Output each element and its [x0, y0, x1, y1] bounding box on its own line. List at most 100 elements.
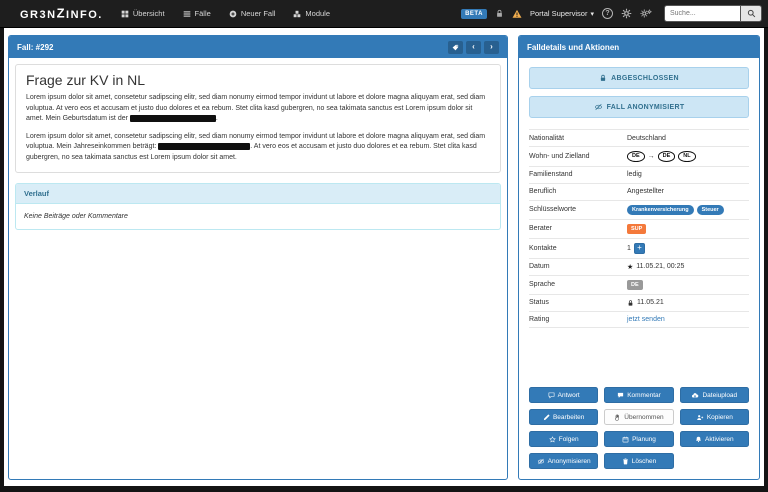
- nav-item-module[interactable]: Module: [293, 9, 330, 18]
- app-logo[interactable]: GR3NZINFO.: [20, 6, 103, 21]
- top-navbar: GR3NZINFO. Übersicht Fälle Neuer Fall Mo…: [0, 0, 768, 28]
- case-panel-header: Fall: #292 ‹ ›: [9, 36, 507, 58]
- eye-slash-icon: [594, 103, 603, 111]
- case-description: Frage zur KV in NL Lorem ipsum dolor sit…: [15, 64, 501, 173]
- calendar-icon: [622, 436, 629, 443]
- delete-button[interactable]: Löschen: [604, 453, 673, 469]
- history-panel: Verlauf Keine Beiträge oder Kommentare: [15, 183, 501, 230]
- add-contact-button[interactable]: +: [634, 243, 645, 254]
- trash-icon: [622, 458, 629, 465]
- detail-row-date: Datum ★ 11.05.21, 00:25: [529, 258, 749, 275]
- status-value: 11.05.21: [637, 299, 664, 306]
- detail-row-countries: Wohn- und Zielland DE → DE NL: [529, 146, 749, 166]
- lock-icon: [495, 9, 504, 18]
- details-panel-header: Falldetails und Aktionen: [519, 36, 759, 58]
- nav-item-label: Fälle: [195, 9, 211, 18]
- detail-row-occupation: Beruflich Angestellter: [529, 183, 749, 200]
- nav-item-label: Neuer Fall: [241, 9, 276, 18]
- case-number: Fall: #292: [17, 43, 53, 52]
- planning-button[interactable]: Planung: [604, 431, 673, 447]
- detail-row-advisor: Berater SUP: [529, 219, 749, 238]
- search-icon: [747, 9, 756, 18]
- edit-icon: [543, 414, 550, 421]
- redaction-bar: [130, 115, 216, 122]
- history-panel-header: Verlauf: [16, 184, 500, 204]
- nationality-value: Deutschland: [627, 135, 666, 142]
- residence-country-badge: DE: [658, 151, 676, 162]
- cogs-icon[interactable]: [640, 8, 652, 19]
- page-content: Fall: #292 ‹ › Frage zur KV in NL Lorem …: [4, 28, 764, 486]
- occupation-value: Angestellter: [627, 188, 664, 195]
- case-details-table: Nationalität Deutschland Wohn- und Ziell…: [529, 129, 749, 328]
- prev-case-button[interactable]: ‹: [466, 41, 481, 54]
- lock-icon: [627, 299, 634, 307]
- next-case-button[interactable]: ›: [484, 41, 499, 54]
- search-group: [664, 5, 762, 22]
- user-plus-icon: [696, 414, 704, 421]
- chevron-down-icon: ▾: [590, 10, 594, 18]
- star-outline-icon: [549, 436, 556, 443]
- edit-button[interactable]: Bearbeiten: [529, 409, 598, 425]
- taken-over-button[interactable]: Übernommen: [604, 409, 673, 425]
- chevron-right-icon: ›: [490, 43, 493, 51]
- star-icon: ★: [627, 263, 633, 271]
- warning-icon[interactable]: [512, 9, 522, 19]
- reply-button[interactable]: Antwort: [529, 387, 598, 403]
- history-empty-message: Keine Beiträge oder Kommentare: [16, 204, 500, 229]
- advisor-badge[interactable]: SUP: [627, 224, 646, 234]
- main-menu: Übersicht Fälle Neuer Fall Module: [121, 9, 330, 18]
- cloud-upload-icon: [691, 392, 699, 399]
- keyword-tag[interactable]: Krankenversicherung: [627, 205, 694, 215]
- search-button[interactable]: [740, 5, 762, 22]
- date-value: 11.05.21, 00:25: [636, 263, 684, 270]
- reply-bubble-icon: [548, 392, 555, 399]
- case-paragraph-1: Lorem ipsum dolor sit amet, consetetur s…: [26, 93, 490, 125]
- nav-item-label: Übersicht: [133, 9, 165, 18]
- activate-button[interactable]: Aktivieren: [680, 431, 749, 447]
- help-icon[interactable]: ?: [602, 8, 613, 19]
- grid-icon: [121, 10, 129, 18]
- nav-item-neuer-fall[interactable]: Neuer Fall: [229, 9, 276, 18]
- user-menu[interactable]: Portal Supervisor ▾: [530, 9, 594, 18]
- follow-button[interactable]: Folgen: [529, 431, 598, 447]
- file-upload-button[interactable]: Dateiupload: [680, 387, 749, 403]
- copy-button[interactable]: Kopieren: [680, 409, 749, 425]
- closed-status-button[interactable]: ABGESCHLOSSEN: [529, 67, 749, 89]
- tag-icon: [452, 44, 459, 51]
- nav-item-uebersicht[interactable]: Übersicht: [121, 9, 165, 18]
- language-badge: DE: [627, 280, 643, 290]
- redaction-bar: [158, 143, 250, 150]
- detail-row-marital: Familienstand ledig: [529, 166, 749, 183]
- rating-send-link[interactable]: jetzt senden: [627, 316, 665, 323]
- cubes-icon: [293, 10, 301, 18]
- detail-row-status: Status 11.05.21: [529, 294, 749, 311]
- anonymized-status-button[interactable]: FALL ANONYMISIERT: [529, 96, 749, 118]
- beta-badge: BETA: [461, 9, 487, 19]
- plus-circle-icon: [229, 10, 237, 18]
- contacts-count: 1: [627, 245, 631, 252]
- case-paragraph-2: Lorem ipsum dolor sit amet, consetetur s…: [26, 132, 490, 164]
- detail-row-contacts: Kontakte 1 +: [529, 238, 749, 258]
- detail-row-keywords: Schlüsselworte Krankenversicherung Steue…: [529, 200, 749, 219]
- target-country-badge: NL: [678, 151, 695, 162]
- case-panel: Fall: #292 ‹ › Frage zur KV in NL Lorem …: [8, 35, 508, 480]
- gear-icon[interactable]: [621, 8, 632, 19]
- comment-button[interactable]: Kommentar: [604, 387, 673, 403]
- arrow-right-icon: →: [648, 153, 655, 160]
- eye-slash-icon: [537, 458, 545, 465]
- details-panel: Falldetails und Aktionen ABGESCHLOSSEN F…: [518, 35, 760, 480]
- nav-item-label: Module: [305, 9, 330, 18]
- lock-icon: [599, 74, 607, 82]
- bell-icon: [695, 436, 702, 443]
- search-input[interactable]: [664, 5, 740, 22]
- nav-item-faelle[interactable]: Fälle: [183, 9, 211, 18]
- keyword-tag[interactable]: Steuer: [697, 205, 724, 215]
- navbar-right: BETA Portal Supervisor ▾ ?: [461, 5, 762, 22]
- tag-button[interactable]: [448, 41, 463, 54]
- anonymize-button[interactable]: Anonymisieren: [529, 453, 598, 469]
- list-icon: [183, 10, 191, 18]
- case-title: Frage zur KV in NL: [26, 72, 490, 88]
- comment-icon: [617, 392, 624, 399]
- detail-row-language: Sprache DE: [529, 275, 749, 294]
- detail-row-nationality: Nationalität Deutschland: [529, 129, 749, 146]
